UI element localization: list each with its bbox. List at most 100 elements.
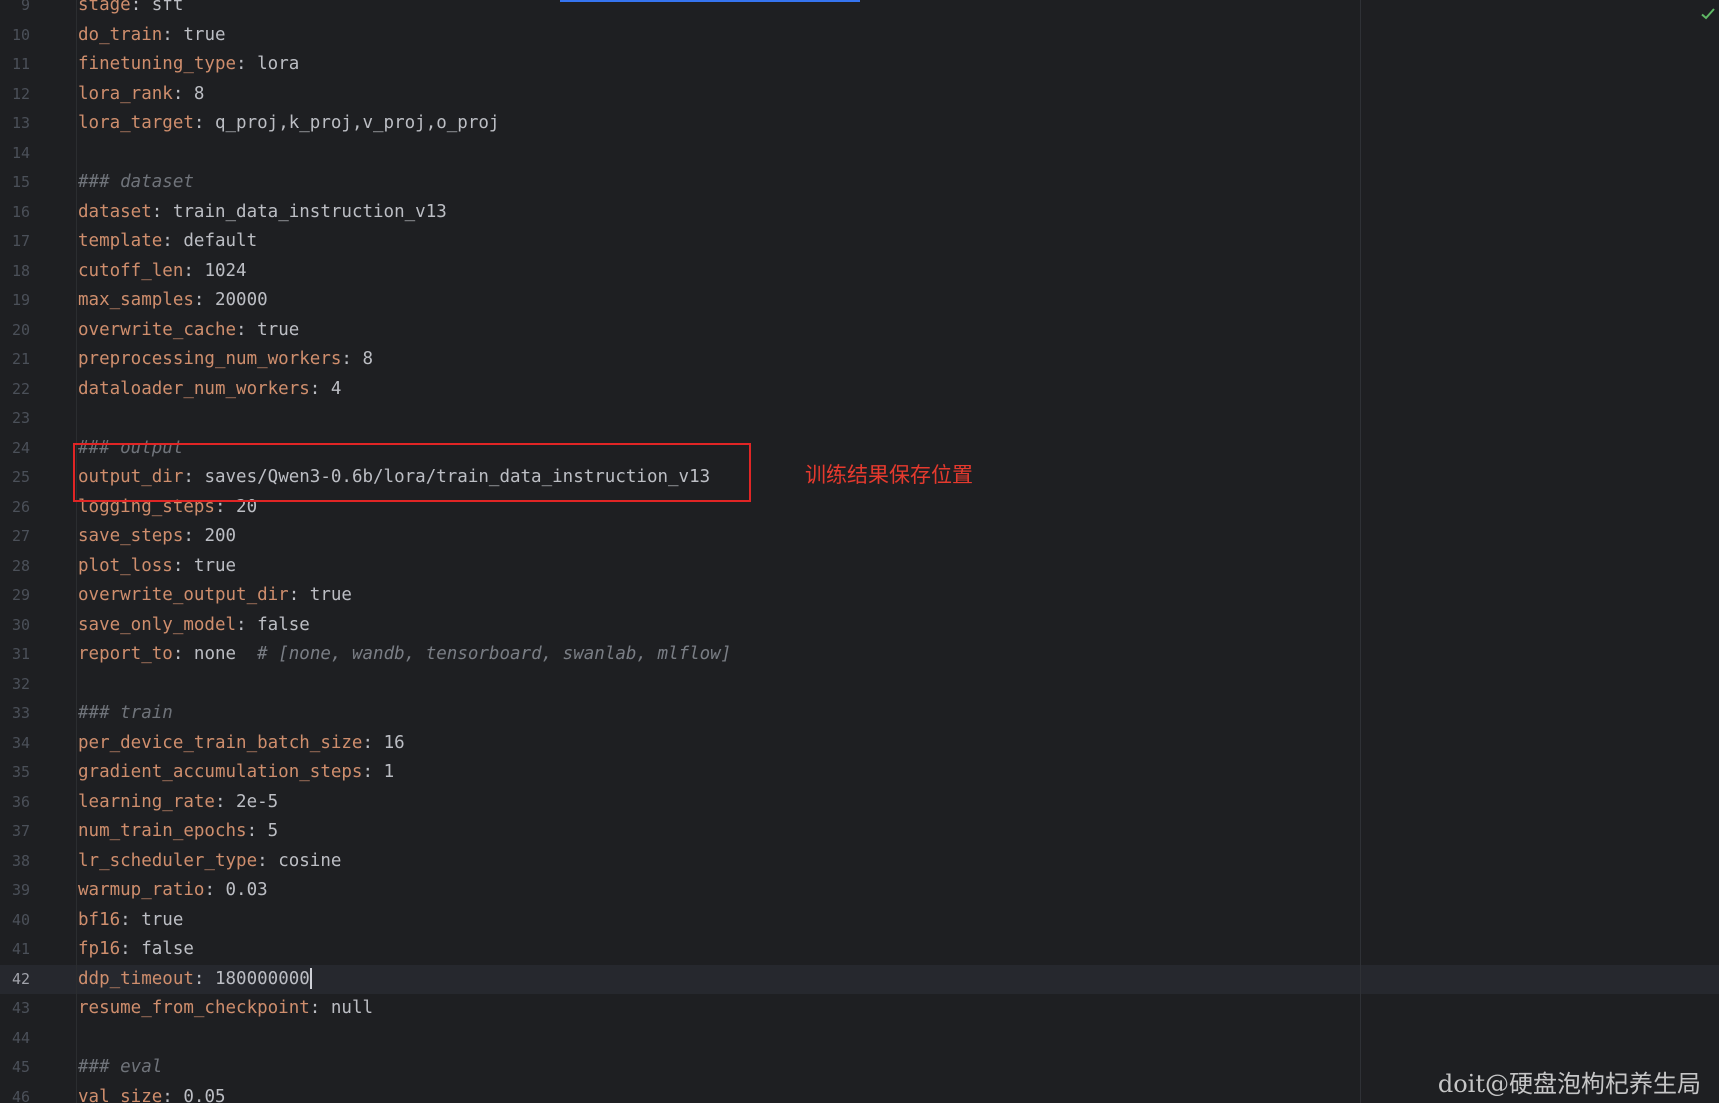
yaml-value: 8 bbox=[193, 83, 205, 104]
code-line[interactable]: learning_rate: 2e-5 bbox=[78, 788, 278, 818]
yaml-key: dataloader_num_workers bbox=[78, 378, 310, 399]
code-area[interactable]: stage: sft do_train: true finetuning_type:… bbox=[78, 0, 1358, 1103]
yaml-value: null bbox=[330, 998, 374, 1018]
code-line[interactable]: gradient_accumulation_steps: 1 bbox=[78, 758, 394, 788]
line-number[interactable]: 19 bbox=[0, 286, 30, 316]
code-line[interactable]: overwrite_cache: true bbox=[78, 316, 299, 346]
line-number[interactable]: 31 bbox=[0, 640, 30, 670]
line-number[interactable]: 17 bbox=[0, 227, 30, 257]
annotation-label: 训练结果保存位置 bbox=[805, 463, 973, 487]
yaml-key: dataset bbox=[78, 201, 152, 222]
code-line[interactable]: ### train bbox=[78, 699, 173, 729]
line-number[interactable]: 35 bbox=[0, 758, 30, 788]
line-number[interactable]: 23 bbox=[0, 404, 30, 434]
section-comment: ### train bbox=[78, 703, 173, 723]
line-number[interactable]: 14 bbox=[0, 139, 30, 169]
code-line[interactable]: stage: sft bbox=[78, 0, 183, 21]
yaml-value: cosine bbox=[278, 850, 342, 871]
yaml-value: lora bbox=[257, 54, 300, 74]
yaml-value: 20000 bbox=[214, 290, 268, 310]
line-number[interactable]: 30 bbox=[0, 611, 30, 641]
code-line[interactable]: fp16: false bbox=[78, 935, 194, 965]
line-number[interactable]: 21 bbox=[0, 345, 30, 375]
line-number[interactable]: 43 bbox=[0, 994, 30, 1024]
line-number[interactable]: 12 bbox=[0, 80, 30, 110]
yaml-key: warmup_ratio bbox=[78, 880, 205, 900]
code-line[interactable]: finetuning_type: lora bbox=[78, 50, 299, 80]
code-line[interactable]: num_train_epochs: 5 bbox=[78, 817, 278, 847]
line-number[interactable]: 37 bbox=[0, 817, 30, 847]
code-line[interactable]: resume_from_checkpoint: null bbox=[78, 994, 373, 1024]
code-line[interactable]: ### eval bbox=[78, 1053, 162, 1083]
code-line[interactable]: lora_target: q_proj,k_proj,v_proj,o_proj bbox=[78, 109, 499, 139]
code-line[interactable]: preprocessing_num_workers: 8 bbox=[78, 345, 373, 375]
yaml-value: true bbox=[183, 24, 226, 45]
yaml-key: plot_loss bbox=[78, 555, 173, 576]
yaml-key: lr_scheduler_type bbox=[78, 850, 258, 871]
code-line[interactable]: per_device_train_batch_size: 16 bbox=[78, 729, 405, 759]
yaml-value: 1 bbox=[383, 762, 395, 782]
code-line[interactable]: template: default bbox=[78, 227, 257, 257]
code-line[interactable]: ddp_timeout: 180000000 bbox=[78, 965, 312, 995]
code-line[interactable]: save_steps: 200 bbox=[78, 522, 236, 552]
line-number[interactable]: 46 bbox=[0, 1083, 30, 1103]
line-number[interactable]: 39 bbox=[0, 876, 30, 906]
line-number-gutter[interactable]: 9 10 11 12 13 14 15 16 17 18 19 20 21 22 23 24 25 26 27 28 2… bbox=[0, 0, 60, 1103]
line-number[interactable]: 15 bbox=[0, 168, 30, 198]
line-number[interactable]: 9 bbox=[0, 0, 30, 21]
yaml-value: true bbox=[193, 555, 237, 576]
line-number[interactable]: 34 bbox=[0, 729, 30, 759]
line-number[interactable]: 20 bbox=[0, 316, 30, 346]
line-number[interactable]: 41 bbox=[0, 935, 30, 965]
code-line[interactable]: ### dataset bbox=[78, 168, 194, 198]
line-number[interactable]: 25 bbox=[0, 463, 30, 493]
line-number[interactable]: 27 bbox=[0, 522, 30, 552]
line-number[interactable]: 22 bbox=[0, 375, 30, 405]
inspection-ok-icon[interactable] bbox=[1700, 6, 1716, 22]
code-line[interactable]: do_train: true bbox=[78, 21, 226, 51]
code-line[interactable]: max_samples: 20000 bbox=[78, 286, 268, 316]
line-number[interactable]: 44 bbox=[0, 1024, 30, 1054]
line-number[interactable]: 11 bbox=[0, 50, 30, 80]
yaml-key: gradient_accumulation_steps bbox=[78, 762, 363, 782]
line-number[interactable]: 29 bbox=[0, 581, 30, 611]
code-line[interactable]: dataloader_num_workers: 4 bbox=[78, 375, 341, 405]
right-margin-guide bbox=[1360, 0, 1361, 1103]
yaml-key: overwrite_output_dir bbox=[78, 585, 289, 605]
line-number[interactable]: 26 bbox=[0, 493, 30, 523]
line-number[interactable]: 16 bbox=[0, 198, 30, 228]
yaml-value: false bbox=[141, 939, 194, 959]
code-line[interactable]: overwrite_output_dir: true bbox=[78, 581, 352, 611]
line-number[interactable]: 40 bbox=[0, 906, 30, 936]
yaml-value: 5 bbox=[267, 821, 279, 841]
yaml-value: true bbox=[309, 585, 352, 605]
line-number[interactable]: 18 bbox=[0, 257, 30, 287]
line-number[interactable]: 10 bbox=[0, 21, 30, 51]
code-line[interactable]: report_to: none # [none, wandb, tensorbo… bbox=[78, 640, 731, 670]
line-number[interactable]: 33 bbox=[0, 699, 30, 729]
line-number[interactable]: 28 bbox=[0, 552, 30, 582]
code-line[interactable]: warmup_ratio: 0.03 bbox=[78, 876, 268, 906]
code-line[interactable]: save_only_model: false bbox=[78, 611, 310, 641]
code-line[interactable]: cutoff_len: 1024 bbox=[78, 257, 247, 287]
yaml-value: sft bbox=[151, 0, 184, 15]
line-number[interactable]: 13 bbox=[0, 109, 30, 139]
output-dir-highlight-box bbox=[73, 443, 751, 502]
line-number[interactable]: 38 bbox=[0, 847, 30, 877]
line-number[interactable]: 32 bbox=[0, 670, 30, 700]
code-editor[interactable]: 9 10 11 12 13 14 15 16 17 18 19 20 21 22 23 24 25 26 27 28 2… bbox=[0, 0, 1719, 1103]
line-number[interactable]: 24 bbox=[0, 434, 30, 464]
code-line[interactable]: lora_rank: 8 bbox=[78, 80, 204, 110]
code-line[interactable]: bf16: true bbox=[78, 906, 183, 936]
yaml-value: default bbox=[183, 231, 258, 251]
line-number[interactable]: 36 bbox=[0, 788, 30, 818]
code-line[interactable]: lr_scheduler_type: cosine bbox=[78, 847, 341, 877]
code-line[interactable]: plot_loss: true bbox=[78, 552, 236, 582]
code-line[interactable]: dataset: train_data_instruction_v13 bbox=[78, 198, 447, 228]
line-number[interactable]: 45 bbox=[0, 1053, 30, 1083]
inline-comment: # [none, wandb, tensorboard, swanlab, ml… bbox=[236, 644, 732, 664]
yaml-value: 200 bbox=[204, 526, 237, 546]
code-line[interactable]: val_size: 0.05 bbox=[78, 1083, 226, 1103]
gutter-divider bbox=[76, 0, 77, 1103]
line-number[interactable]: 42 bbox=[0, 965, 30, 995]
